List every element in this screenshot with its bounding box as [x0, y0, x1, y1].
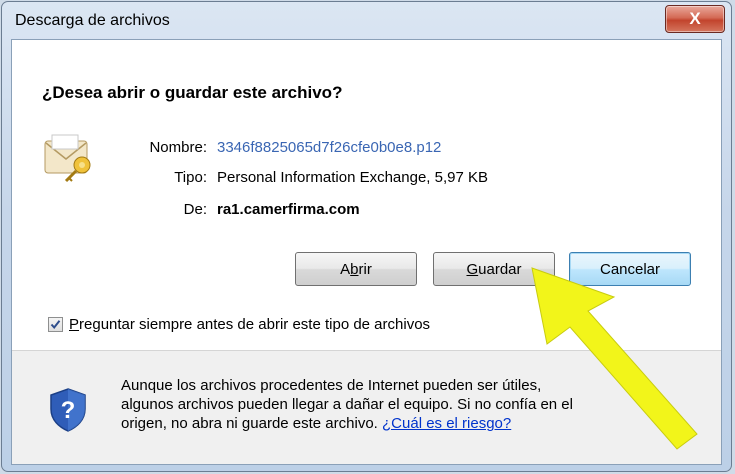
file-type-value: Personal Information Exchange, 5,97 KB: [217, 169, 488, 186]
file-name-value: 3346f8825065d7f26cfe0b0e8.p12: [217, 139, 442, 156]
download-dialog-window: Descarga de archivos X ¿Desea abrir o gu…: [1, 1, 732, 472]
always-ask-accesskey: P: [69, 316, 80, 333]
open-button[interactable]: Ab rir: [295, 252, 417, 286]
svg-text:?: ?: [61, 397, 76, 424]
risk-help-link[interactable]: ¿Cuál es el riesgo?: [382, 415, 511, 432]
window-title: Descarga de archivos: [15, 12, 170, 29]
always-ask-option[interactable]: Preguntar siempre antes de abrir este ti…: [48, 316, 430, 333]
type-label: Tipo:: [174, 169, 207, 186]
always-ask-label: Preguntar siempre antes de abrir este ti…: [69, 316, 430, 333]
save-button-label: uardar: [478, 260, 522, 278]
always-ask-checkbox[interactable]: [48, 317, 63, 332]
cancel-button[interactable]: Cancelar: [569, 252, 691, 286]
save-button-accesskey: G: [466, 260, 479, 278]
always-ask-text: reguntar siempre antes de abrir este tip…: [79, 316, 431, 333]
title-bar[interactable]: Descarga de archivos X: [2, 2, 731, 40]
cancel-button-label: Cancelar: [599, 260, 661, 278]
checkmark-icon: [50, 320, 61, 330]
save-button[interactable]: Guardar: [433, 252, 555, 286]
dialog-question: ¿Desea abrir o guardar este archivo?: [42, 83, 343, 102]
security-warning: Aunque los archivos procedentes de Inter…: [121, 376, 591, 433]
close-button[interactable]: X: [665, 5, 725, 33]
from-value: ra1.camerfirma.com: [217, 201, 360, 218]
dialog-body: ¿Desea abrir o guardar este archivo? Nom…: [11, 39, 722, 465]
open-button-label-start: A: [340, 260, 351, 278]
name-label: Nombre:: [149, 139, 207, 156]
close-icon: X: [689, 9, 701, 28]
from-label: De:: [183, 201, 207, 218]
shield-question-icon: ?: [50, 388, 86, 432]
open-button-label-end: rir: [358, 260, 372, 278]
open-button-accesskey: b: [350, 260, 359, 278]
